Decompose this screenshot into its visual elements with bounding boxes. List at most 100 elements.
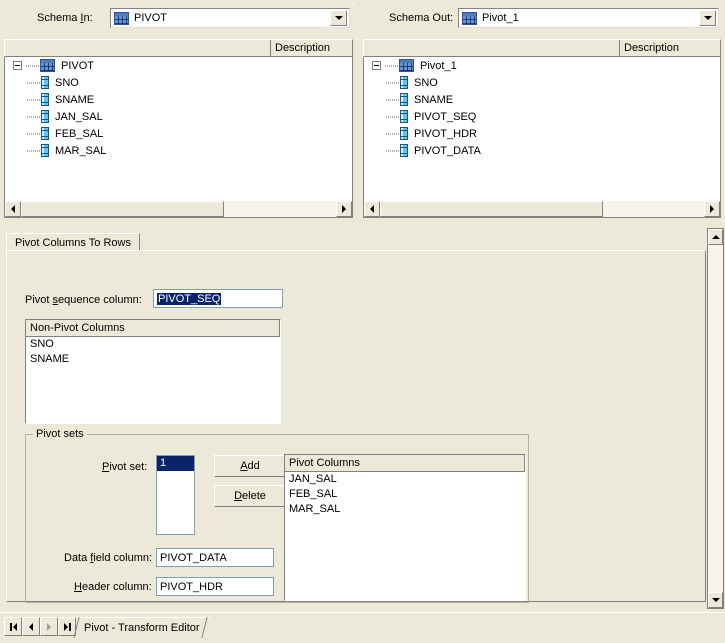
header-column-label: Header column: xyxy=(74,581,152,593)
arrow-left-icon xyxy=(370,205,374,213)
editor-vertical-scrollbar[interactable] xyxy=(707,228,724,609)
scroll-thumb[interactable] xyxy=(21,201,224,217)
pivot-sequence-column-input[interactable]: PIVOT_SEQ xyxy=(153,289,283,308)
list-item[interactable]: SNO xyxy=(26,337,280,352)
sheet-tab-pivot-transform-editor[interactable]: Pivot - Transform Editor xyxy=(76,617,210,638)
tree-node-column[interactable]: PIVOT_DATA xyxy=(364,142,720,159)
list-item[interactable]: SNAME xyxy=(26,352,280,367)
bottom-bar-separator xyxy=(0,612,725,613)
tab-pivot-columns-to-rows[interactable]: Pivot Columns To Rows xyxy=(6,233,140,251)
tree-node-column[interactable]: FEB_SAL xyxy=(5,125,352,142)
previous-record-button[interactable] xyxy=(22,617,40,636)
arrow-down-icon xyxy=(711,598,720,602)
scroll-up-button[interactable] xyxy=(708,229,723,245)
data-field-column-label: Data field column: xyxy=(64,552,153,564)
table-grid-icon xyxy=(114,11,129,25)
scroll-track[interactable] xyxy=(21,201,336,217)
tree-node-label: MAR_SAL xyxy=(55,144,107,157)
chevron-down-icon xyxy=(703,16,712,20)
column-field-icon xyxy=(41,144,49,157)
list-item[interactable]: FEB_SAL xyxy=(285,487,525,502)
schema-out-pane: Schema Out: Pivot_1 Description Pivot_1 xyxy=(359,0,725,222)
pivot-sequence-column-value: PIVOT_SEQ xyxy=(157,292,222,305)
arrow-right-icon xyxy=(710,205,714,213)
nav-next-icon xyxy=(47,622,51,631)
pivot-columns-listbox[interactable]: Pivot Columns JAN_SAL FEB_SAL MAR_SAL xyxy=(284,454,526,601)
scroll-right-button[interactable] xyxy=(336,201,352,217)
tree-node-label: JAN_SAL xyxy=(55,110,103,123)
add-button[interactable]: Add xyxy=(214,455,286,477)
data-field-column-input[interactable]: PIVOT_DATA xyxy=(156,548,274,567)
schema-in-column-headers: Description xyxy=(4,39,353,57)
schema-out-tree[interactable]: Pivot_1 SNO SNAME PIVOT_SEQ PIVOT_HDR PI… xyxy=(363,57,721,201)
schema-in-horizontal-scrollbar[interactable] xyxy=(4,201,353,218)
non-pivot-columns-listbox[interactable]: Non-Pivot Columns SNO SNAME xyxy=(25,319,281,424)
tree-node-label: SNAME xyxy=(55,93,95,106)
data-field-column-value: PIVOT_DATA xyxy=(160,551,227,564)
tree-dotted-line xyxy=(27,142,41,159)
schema-out-combobox[interactable]: Pivot_1 xyxy=(458,8,719,28)
list-item[interactable]: JAN_SAL xyxy=(285,472,525,487)
add-button-label: Add xyxy=(240,460,260,472)
next-record-button[interactable] xyxy=(40,617,58,636)
schema-out-column-headers: Description xyxy=(363,39,721,57)
transform-editor-panel: Pivot Columns To Rows Pivot sequence col… xyxy=(0,227,725,609)
tree-collapse-icon[interactable] xyxy=(372,61,381,70)
tree-node-column[interactable]: PIVOT_SEQ xyxy=(364,108,720,125)
scroll-track[interactable] xyxy=(380,201,704,217)
tree-node-column[interactable]: SNAME xyxy=(364,91,720,108)
schema-in-combobox[interactable]: PIVOT xyxy=(110,8,350,28)
schema-in-dropdown-button[interactable] xyxy=(330,10,347,26)
scroll-left-button[interactable] xyxy=(5,201,21,217)
scroll-right-button[interactable] xyxy=(704,201,720,217)
schema-out-value: Pivot_1 xyxy=(482,12,519,24)
list-item[interactable]: MAR_SAL xyxy=(285,502,525,517)
tree-dotted-line xyxy=(386,74,400,91)
delete-button[interactable]: Delete xyxy=(214,485,286,507)
schema-in-name-header[interactable] xyxy=(5,40,271,56)
last-record-button[interactable] xyxy=(58,617,76,636)
nav-first-icon xyxy=(9,622,17,631)
column-field-icon xyxy=(41,110,49,123)
scroll-thumb[interactable] xyxy=(380,201,603,217)
schema-in-pane: Schema In: PIVOT Description PIVOT SNO S… xyxy=(0,0,357,222)
tree-node-label: FEB_SAL xyxy=(55,127,104,140)
tree-node-label: SNO xyxy=(55,76,79,89)
tree-dotted-line xyxy=(385,57,399,74)
schema-out-row: Schema Out: xyxy=(389,6,453,30)
schema-in-row: Schema In: xyxy=(37,6,93,30)
tree-node-column[interactable]: PIVOT_HDR xyxy=(364,125,720,142)
schema-in-description-header[interactable]: Description xyxy=(271,40,352,56)
tree-collapse-icon[interactable] xyxy=(13,61,22,70)
scroll-down-button[interactable] xyxy=(708,592,723,608)
schema-in-tree[interactable]: PIVOT SNO SNAME JAN_SAL FEB_SAL MAR_SAL xyxy=(4,57,353,201)
tree-node-column[interactable]: JAN_SAL xyxy=(5,108,352,125)
tree-node-label: SNO xyxy=(414,76,438,89)
pivot-columns-header: Pivot Columns xyxy=(285,455,525,472)
tree-node-column[interactable]: SNO xyxy=(5,74,352,91)
schema-out-description-header[interactable]: Description xyxy=(620,40,720,56)
schema-out-dropdown-button[interactable] xyxy=(699,10,716,26)
scroll-track[interactable] xyxy=(708,245,723,592)
tree-node-column[interactable]: MAR_SAL xyxy=(5,142,352,159)
pivot-set-listbox[interactable]: 1 xyxy=(156,455,195,535)
first-record-button[interactable] xyxy=(4,617,22,636)
header-column-input[interactable]: PIVOT_HDR xyxy=(156,577,274,596)
tree-node-column[interactable]: SNAME xyxy=(5,91,352,108)
tree-node-label: PIVOT_SEQ xyxy=(414,110,477,123)
tree-node-table[interactable]: Pivot_1 xyxy=(364,57,720,74)
column-field-icon xyxy=(400,76,408,89)
list-item[interactable]: 1 xyxy=(157,456,194,471)
schema-out-horizontal-scrollbar[interactable] xyxy=(363,201,721,218)
tree-node-table[interactable]: PIVOT xyxy=(5,57,352,74)
tree-dotted-line xyxy=(27,108,41,125)
column-field-icon xyxy=(400,110,408,123)
column-field-icon xyxy=(400,93,408,106)
scroll-left-button[interactable] xyxy=(364,201,380,217)
schema-out-name-header[interactable] xyxy=(364,40,620,56)
table-grid-icon xyxy=(462,11,477,25)
header-column-value: PIVOT_HDR xyxy=(160,580,223,593)
tree-node-column[interactable]: SNO xyxy=(364,74,720,91)
arrow-right-icon xyxy=(342,205,346,213)
column-field-icon xyxy=(400,127,408,140)
